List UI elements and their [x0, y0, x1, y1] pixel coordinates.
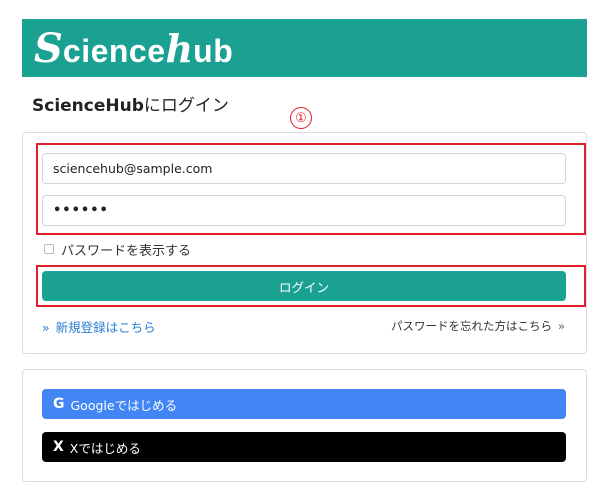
forgot-password-link[interactable]: パスワードを忘れた方はこちら » — [391, 318, 565, 334]
logo-letter-s: S — [34, 25, 63, 72]
social-login-card — [22, 369, 587, 482]
register-link-label: 新規登録はこちら — [55, 320, 156, 335]
logo-text-ub: ub — [193, 33, 234, 69]
forgot-password-label: パスワードを忘れた方はこちら — [391, 319, 552, 333]
login-button[interactable]: ログイン — [42, 271, 566, 301]
google-login-button[interactable]: G Googleではじめる — [42, 389, 566, 419]
show-password-label[interactable]: パスワードを表示する — [61, 240, 191, 259]
logo-letter-h: h — [165, 26, 194, 71]
page-title-brand: ScienceHub — [32, 96, 144, 116]
show-password-checkbox[interactable] — [44, 244, 54, 254]
page-title-rest: にログイン — [143, 96, 229, 116]
password-field[interactable]: •••••• — [42, 195, 566, 226]
google-login-label: Googleではじめる — [70, 397, 178, 413]
annotation-marker-1: ① — [290, 107, 312, 129]
login-button-label: ログイン — [278, 279, 329, 295]
sciencehub-logo[interactable]: Sciencehub — [34, 25, 233, 72]
double-chevron-right-icon: » — [558, 319, 566, 333]
double-chevron-right-icon: » — [42, 320, 50, 335]
google-icon: G — [53, 396, 65, 412]
x-login-label: Xではじめる — [69, 440, 141, 456]
register-link[interactable]: » 新規登録はこちら — [42, 317, 156, 336]
logo-text-cience: cience — [62, 33, 166, 69]
email-field[interactable]: sciencehub@sample.com — [42, 153, 566, 184]
page-title: ScienceHubにログイン — [32, 91, 229, 116]
x-login-button[interactable]: X Xではじめる — [42, 432, 566, 462]
site-header: Sciencehub — [22, 19, 587, 77]
x-icon: X — [53, 439, 64, 455]
